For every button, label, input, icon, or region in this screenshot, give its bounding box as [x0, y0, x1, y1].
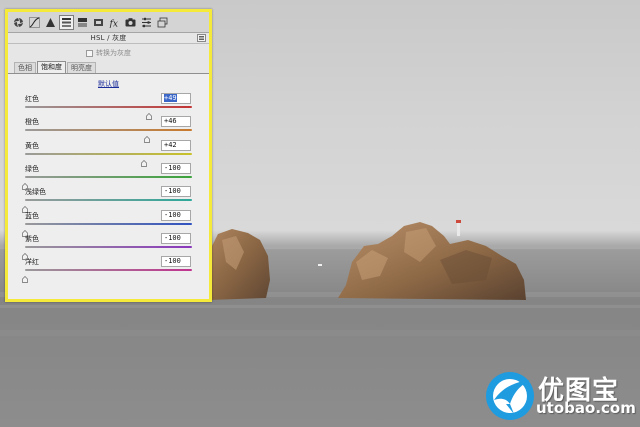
- slider-value-text: +46: [164, 117, 177, 126]
- slider-row: 黄色 +42: [8, 139, 209, 167]
- slider-value-input[interactable]: +49: [161, 93, 191, 104]
- slider-track[interactable]: [25, 269, 192, 272]
- slider-thumb[interactable]: [146, 105, 153, 120]
- tab-luminance[interactable]: 明亮度: [67, 62, 96, 73]
- lens-corrections-icon[interactable]: [91, 15, 106, 30]
- slider-thumb[interactable]: [22, 245, 28, 260]
- aperture-icon[interactable]: [11, 15, 26, 30]
- hsl-panel: fx HSL / 灰度 转换为灰度 色相 饱和度 明亮度 默认值 红色 +49 橙色…: [5, 9, 212, 302]
- slider-value-input[interactable]: -100: [161, 186, 191, 198]
- tone-curve-icon[interactable]: [27, 15, 42, 30]
- slider-value-text: +42: [164, 140, 177, 149]
- slider-thumb[interactable]: [22, 175, 28, 190]
- slider-row: 橙色 +46: [8, 116, 209, 144]
- tab-saturation[interactable]: 饱和度: [37, 61, 66, 73]
- slider-label: 橙色: [25, 118, 39, 127]
- slider-value-text: -100: [164, 210, 181, 219]
- hsl-icon[interactable]: [59, 14, 74, 30]
- slider-label: 红色: [25, 95, 39, 103]
- slider-track[interactable]: [25, 175, 192, 178]
- slider-value-text: +49: [164, 94, 177, 102]
- slider-thumb[interactable]: [144, 128, 150, 144]
- slider-label: 紫色: [25, 234, 39, 243]
- slider-thumb[interactable]: [22, 222, 28, 237]
- slider-value-text: -100: [164, 187, 181, 196]
- slider-track[interactable]: [25, 199, 192, 202]
- slider-value-input[interactable]: -100: [161, 232, 191, 244]
- slider-value-input[interactable]: -100: [161, 209, 191, 221]
- slider-thumb[interactable]: [22, 268, 28, 283]
- camera-calibration-icon[interactable]: [123, 15, 138, 30]
- slider-label: 洋红: [25, 258, 39, 267]
- slider-row: 红色 +49: [8, 93, 209, 120]
- split-toning-icon[interactable]: [75, 15, 90, 30]
- hsl-tabs: 色相 饱和度 明亮度: [8, 61, 209, 74]
- detail-icon[interactable]: [43, 15, 58, 30]
- slider-label: 浅绿色: [25, 188, 46, 197]
- slider-row: 蓝色 -100: [8, 209, 209, 237]
- watermark-url: utobao.com: [536, 399, 636, 417]
- slider-row: 紫色 -100: [8, 232, 209, 260]
- slider-label: 绿色: [25, 164, 39, 173]
- slider-value-input[interactable]: +46: [161, 116, 191, 128]
- slider-track[interactable]: [25, 106, 192, 108]
- presets-icon[interactable]: [139, 15, 154, 30]
- snapshots-icon[interactable]: [155, 15, 170, 30]
- watermark-bird-icon: [486, 372, 534, 420]
- slider-row: 绿色 -100: [8, 162, 209, 190]
- convert-grayscale-option[interactable]: 转换为灰度: [8, 44, 209, 62]
- slider-track[interactable]: [25, 245, 192, 248]
- slider-track[interactable]: [25, 222, 192, 225]
- slider-thumb[interactable]: [22, 198, 28, 214]
- slider-label: 蓝色: [25, 211, 39, 220]
- slider-label: 黄色: [25, 141, 39, 150]
- slider-value-text: -100: [164, 163, 181, 172]
- slider-thumb-icon: [22, 276, 28, 283]
- slider-row: 浅绿色 -100: [8, 186, 209, 214]
- menu-lines-icon: [199, 36, 204, 40]
- panel-titlebar: HSL / 灰度: [8, 33, 209, 44]
- panel-menu-button[interactable]: [197, 34, 206, 42]
- svg-text:fx: fx: [109, 19, 118, 28]
- slider-value-input[interactable]: +42: [161, 139, 191, 151]
- slider-value-input[interactable]: -100: [161, 256, 191, 268]
- slider-track[interactable]: [25, 152, 192, 155]
- watermark-logo: 优图宝 utobao.com: [482, 368, 636, 424]
- default-link[interactable]: 默认值: [8, 79, 209, 89]
- slider-track[interactable]: [25, 129, 192, 132]
- convert-grayscale-label: 转换为灰度: [96, 49, 131, 57]
- effects-icon[interactable]: fx: [107, 15, 122, 30]
- convert-grayscale-checkbox[interactable]: [86, 49, 93, 57]
- tab-hue[interactable]: 色相: [14, 62, 36, 73]
- slider-value-text: -100: [164, 257, 181, 266]
- slider-value-text: -100: [164, 233, 181, 242]
- panel-title: HSL / 灰度: [90, 34, 127, 42]
- panel-toolbar: fx: [8, 12, 209, 33]
- slider-thumb[interactable]: [140, 152, 147, 167]
- slider-value-input[interactable]: -100: [161, 162, 191, 174]
- slider-row: 洋红 -100: [8, 256, 209, 283]
- saturation-sliders: 默认值 红色 +49 橙色 +46 黄色 +42 绿色 -100 浅绿色 -100 蓝色 -100 紫色…: [8, 74, 209, 299]
